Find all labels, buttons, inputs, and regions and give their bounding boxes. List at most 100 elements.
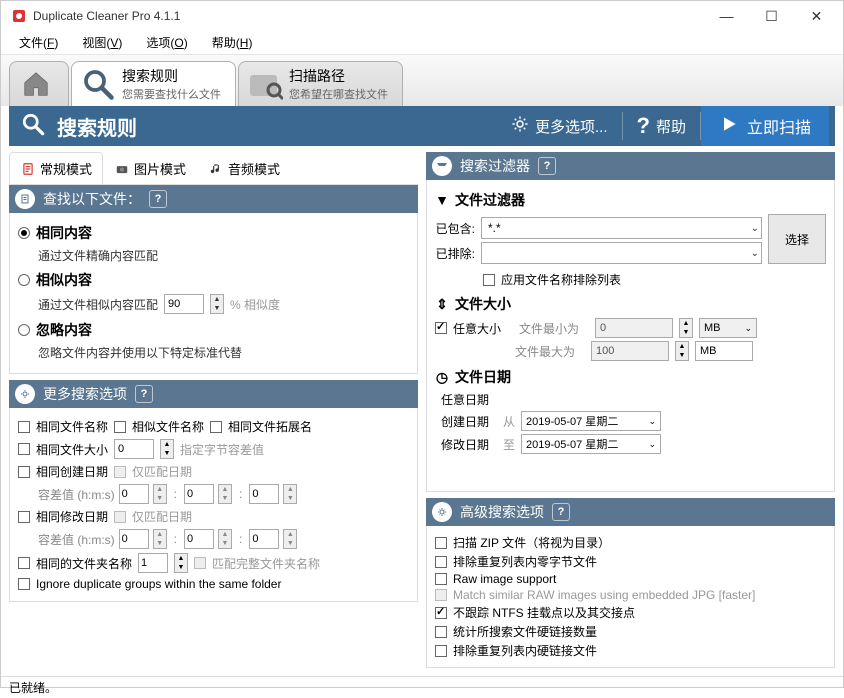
label-same-ext[interactable]: 相同文件拓展名 — [228, 418, 312, 435]
cb-same-filename[interactable] — [18, 421, 30, 433]
cb-similar-filename[interactable] — [114, 421, 126, 433]
label-date-only-2: 仅匹配日期 — [132, 508, 192, 525]
label-ignore-content[interactable]: 忽略内容 — [36, 320, 92, 340]
similarity-spinner[interactable]: ▲▼ — [210, 294, 224, 314]
cb-same-ext[interactable] — [210, 421, 222, 433]
label-same-content[interactable]: 相同内容 — [36, 223, 92, 243]
min-unit-select: MB⌄ — [699, 318, 757, 338]
radio-same-content[interactable] — [18, 227, 30, 239]
cb-count-hardlinks[interactable] — [435, 626, 447, 638]
cb-scan-zip[interactable] — [435, 537, 447, 549]
date-from-1[interactable]: 2019-05-07 星期二⌄ — [521, 411, 661, 431]
label-any-date[interactable]: 任意日期 — [441, 391, 489, 408]
tol-s-2[interactable] — [249, 529, 279, 549]
label-full-folder: 匹配完整文件夹名称 — [212, 555, 320, 572]
date-to[interactable]: 2019-05-07 星期二⌄ — [521, 434, 661, 454]
cb-no-ntfs[interactable] — [435, 607, 447, 619]
chevron-down-icon: ⌄ — [751, 248, 759, 259]
scan-now-button[interactable]: 立即扫描 — [701, 106, 829, 146]
max-unit: MB — [695, 341, 753, 361]
label-ignore-groups[interactable]: Ignore duplicate groups within the same … — [36, 577, 281, 591]
label-match-raw: Match similar RAW images using embedded … — [453, 588, 755, 602]
help-icon[interactable]: ? — [538, 157, 556, 175]
label-same-created[interactable]: 相同创建日期 — [36, 463, 108, 480]
header-title: 搜索规则 — [53, 112, 137, 141]
more-options-button[interactable]: 更多选项... — [497, 106, 622, 146]
minimize-button[interactable]: — — [704, 1, 749, 31]
label-scan-zip[interactable]: 扫描 ZIP 文件（将视为目录） — [453, 534, 610, 551]
cb-raw[interactable] — [435, 573, 447, 585]
tol-h-1[interactable] — [119, 484, 149, 504]
label-same-folder[interactable]: 相同的文件夹名称 — [36, 555, 132, 572]
cb-same-size[interactable] — [18, 443, 30, 455]
label-same-filename[interactable]: 相同文件名称 — [36, 418, 108, 435]
menu-options[interactable]: 选项(O) — [134, 30, 199, 55]
size-spinner[interactable]: ▲▼ — [160, 439, 174, 459]
label-exclude-zero[interactable]: 排除重复列表内零字节文件 — [453, 553, 597, 570]
tab-home[interactable] — [9, 61, 69, 106]
tol-m-2[interactable] — [184, 529, 214, 549]
label-count-hardlinks[interactable]: 统计所搜索文件硬链接数量 — [453, 623, 597, 640]
tab-scan-path[interactable]: 扫描路径 您希望在哪查找文件 — [238, 61, 403, 106]
max-label: 文件最大为 — [515, 343, 585, 360]
label-same-modified[interactable]: 相同修改日期 — [36, 508, 108, 525]
label-similar-content[interactable]: 相似内容 — [36, 270, 92, 290]
radio-ignore-content[interactable] — [18, 324, 30, 336]
cb-exclude-hardlinks[interactable] — [435, 645, 447, 657]
menu-file[interactable]: 文件(F) — [7, 30, 70, 55]
cb-any-size[interactable] — [435, 322, 447, 334]
tol-s-1[interactable] — [249, 484, 279, 504]
tab-search-rules[interactable]: 搜索规则 您需要查找什么文件 — [71, 61, 236, 106]
folder-depth-input[interactable] — [138, 553, 168, 573]
label-no-ntfs[interactable]: 不跟踪 NTFS 挂载点以及其交接点 — [453, 604, 635, 621]
tab-search-rules-sub: 您需要查找什么文件 — [122, 86, 221, 102]
exclude-combo[interactable]: ⌄ — [481, 242, 762, 264]
label-any-size[interactable]: 任意大小 — [453, 320, 513, 337]
cb-same-folder[interactable] — [18, 557, 30, 569]
label-modified-date[interactable]: 修改日期 — [441, 436, 497, 453]
menu-help[interactable]: 帮助(H) — [200, 30, 265, 55]
help-icon[interactable]: ? — [135, 385, 153, 403]
cb-same-modified[interactable] — [18, 511, 30, 523]
label-same-size[interactable]: 相同文件大小 — [36, 441, 108, 458]
section-search-filter: 搜索过滤器 ? — [426, 152, 835, 180]
filter-circle-icon — [432, 156, 452, 176]
help-button[interactable]: ? 帮助 — [623, 106, 700, 146]
gear-circle-icon — [15, 384, 35, 404]
cb-apply-exclude[interactable] — [483, 274, 495, 286]
close-button[interactable]: ✕ — [794, 1, 839, 31]
magnifier-icon — [80, 66, 116, 102]
mode-tab-audio[interactable]: 音频模式 — [197, 152, 291, 184]
include-combo[interactable]: *.*⌄ — [481, 217, 762, 239]
label-similar-filename[interactable]: 相似文件名称 — [132, 418, 204, 435]
label-apply-exclude[interactable]: 应用文件名称排除列表 — [501, 271, 621, 288]
maximize-button[interactable]: ☐ — [749, 1, 794, 31]
tol-m-1[interactable] — [184, 484, 214, 504]
tol-h-2[interactable] — [119, 529, 149, 549]
min-label: 文件最小为 — [519, 320, 589, 337]
label-exclude-hardlinks[interactable]: 排除重复列表内硬链接文件 — [453, 642, 597, 659]
cb-exclude-zero[interactable] — [435, 556, 447, 568]
mode-tab-regular[interactable]: 常规模式 — [9, 152, 103, 184]
max-size-input — [591, 341, 669, 361]
help-icon[interactable]: ? — [149, 190, 167, 208]
folder-search-icon — [247, 66, 283, 102]
cb-full-folder — [194, 557, 206, 569]
cb-same-created[interactable] — [18, 466, 30, 478]
help-icon[interactable]: ? — [552, 503, 570, 521]
size-tolerance-input[interactable] — [114, 439, 154, 459]
similarity-input[interactable] — [164, 294, 204, 314]
cb-match-raw — [435, 589, 447, 601]
section-more-options: 更多搜索选项 ? — [9, 380, 418, 408]
resize-icon: ⇕ — [435, 296, 449, 313]
select-button[interactable]: 选择 — [768, 214, 826, 264]
menu-view[interactable]: 视图(V) — [70, 30, 134, 55]
label-raw[interactable]: Raw image support — [453, 572, 556, 586]
label-created-date[interactable]: 创建日期 — [441, 413, 497, 430]
section-advanced: 高级搜索选项 ? — [426, 498, 835, 526]
cb-ignore-groups[interactable] — [18, 578, 30, 590]
window-title: Duplicate Cleaner Pro 4.1.1 — [33, 9, 704, 23]
mode-tab-image[interactable]: 图片模式 — [103, 152, 197, 184]
desc-ignore-content: 忽略文件内容并使用以下特定标准代替 — [38, 344, 409, 361]
radio-similar-content[interactable] — [18, 274, 30, 286]
